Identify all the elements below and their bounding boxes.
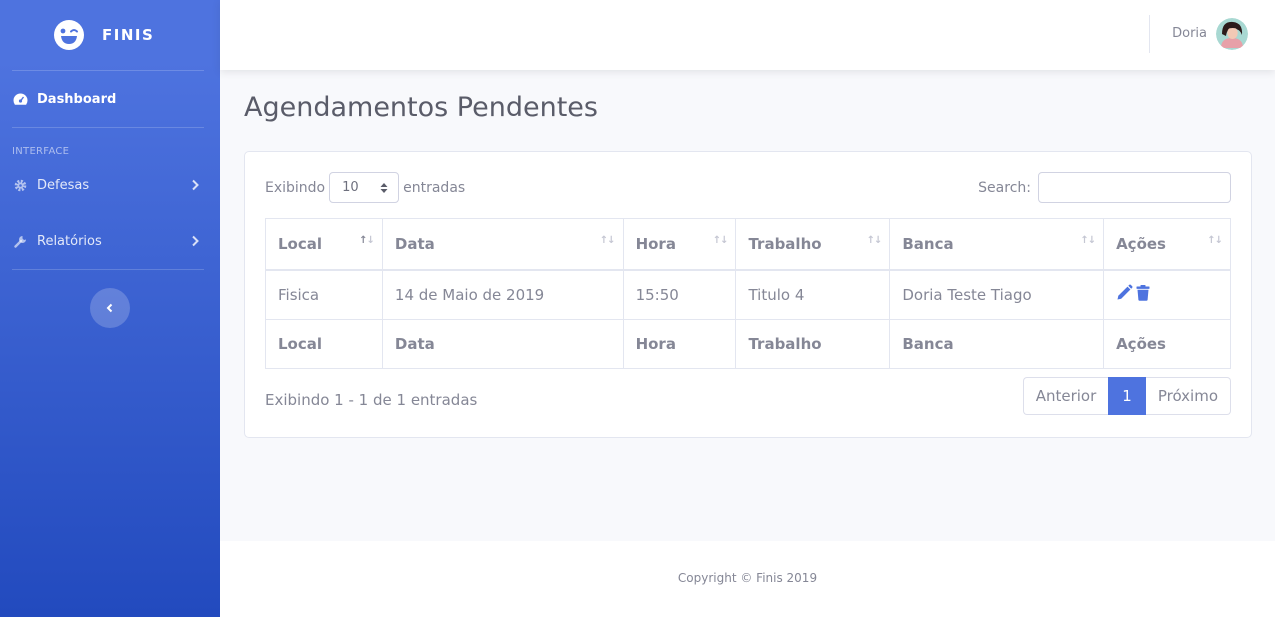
length-suffix: entradas (403, 179, 466, 196)
table-footer-row: Local Data Hora Trabalho Banca Ações (265, 319, 1231, 369)
sidebar-heading: INTERFACE (12, 146, 70, 157)
length-control: Exibindo 10 entradas (265, 172, 465, 203)
cell-banca: Doria Teste Tiago (889, 269, 1105, 320)
column-header-trabalho[interactable]: Trabalho ↑↓ (735, 218, 891, 271)
pagination: Anterior 1 Próximo (1022, 377, 1231, 415)
column-header-hora[interactable]: Hora ↑↓ (622, 218, 737, 271)
laugh-wink-icon (54, 20, 84, 50)
sidebar-item-defesas[interactable]: Defesas (0, 165, 220, 205)
search-label: Search: (978, 179, 1031, 196)
footer-col-banca: Banca (889, 319, 1105, 369)
data-card: Exibindo 10 entradas Search: Local ↑↓ Dat… (244, 151, 1252, 438)
footer-col-trabalho: Trabalho (735, 319, 891, 369)
sort-icon: ↑↓ (1207, 235, 1223, 246)
chevron-left-icon (106, 303, 113, 313)
search-control: Search: (978, 172, 1231, 203)
sidebar-toggle-button[interactable] (90, 288, 130, 328)
data-table: Local ↑↓ Data ↑↓ Hora ↑↓ Trabalho ↑↓ Banca ↑↓… (265, 218, 1231, 369)
footer-col-acoes: Ações (1103, 319, 1231, 369)
sidebar: FINIS Dashboard INTERFACE Defesas Relató… (0, 0, 220, 617)
footer: Copyright © Finis 2019 (220, 541, 1275, 617)
topbar: Doria (220, 0, 1275, 70)
footer-col-hora: Hora (622, 319, 737, 369)
chevron-right-icon (192, 179, 199, 191)
cell-trabalho: Titulo 4 (735, 269, 891, 320)
sort-icon: ↑↓ (1080, 235, 1096, 246)
edit-pencil-icon[interactable] (1116, 284, 1133, 301)
table-header-row: Local ↑↓ Data ↑↓ Hora ↑↓ Trabalho ↑↓ Banca ↑↓… (265, 218, 1231, 271)
sidebar-item-label: Relatórios (37, 233, 102, 249)
sort-icon: ↑↓ (359, 235, 375, 246)
sort-icon: ↑↓ (866, 235, 883, 246)
column-header-local[interactable]: Local ↑↓ (265, 218, 383, 271)
length-select[interactable]: 10 (329, 172, 400, 203)
table-row: Fisica 14 de Maio de 2019 15:50 Titulo 4… (265, 269, 1231, 320)
chevron-right-icon (192, 235, 199, 247)
search-input[interactable] (1038, 172, 1231, 203)
sort-icon: ↑↓ (712, 235, 729, 246)
column-header-acoes[interactable]: Ações ↑↓ (1103, 218, 1231, 271)
sort-icon: ↑↓ (599, 235, 616, 246)
brand-name: FINIS (102, 26, 155, 44)
user-name[interactable]: Doria (1172, 26, 1207, 41)
topbar-divider (1149, 15, 1150, 53)
footer-col-data: Data (381, 319, 624, 369)
cell-hora: 15:50 (622, 269, 737, 320)
footer-col-local: Local (265, 319, 383, 369)
copyright-text: Copyright © Finis 2019 (677, 571, 818, 585)
cell-local: Fisica (265, 269, 383, 320)
length-prefix: Exibindo (265, 179, 326, 196)
brand[interactable]: FINIS (0, 0, 220, 70)
sidebar-item-relatorios[interactable]: Relatórios (0, 221, 220, 261)
tachometer-icon (12, 91, 28, 107)
column-header-data[interactable]: Data ↑↓ (381, 218, 624, 271)
sort-caret-icon (380, 183, 388, 193)
page-title: Agendamentos Pendentes (244, 92, 598, 123)
sidebar-item-dashboard[interactable]: Dashboard (0, 71, 220, 127)
sidebar-item-label: Dashboard (37, 91, 117, 107)
sidebar-item-label: Defesas (37, 177, 90, 193)
wrench-icon (12, 233, 28, 249)
pagination-previous-button[interactable]: Anterior (1022, 377, 1109, 415)
table-info: Exibindo 1 - 1 de 1 entradas (265, 391, 478, 409)
pagination-next-button[interactable]: Próximo (1145, 377, 1231, 415)
pagination-page-button[interactable]: 1 (1108, 377, 1146, 415)
length-value: 10 (342, 180, 359, 195)
column-header-banca[interactable]: Banca ↑↓ (889, 218, 1105, 271)
cell-acoes (1103, 269, 1231, 320)
cell-data: 14 de Maio de 2019 (381, 269, 624, 320)
gear-icon (12, 177, 28, 193)
avatar[interactable] (1216, 18, 1248, 50)
trash-icon[interactable] (1136, 284, 1150, 301)
sidebar-divider (12, 269, 204, 270)
